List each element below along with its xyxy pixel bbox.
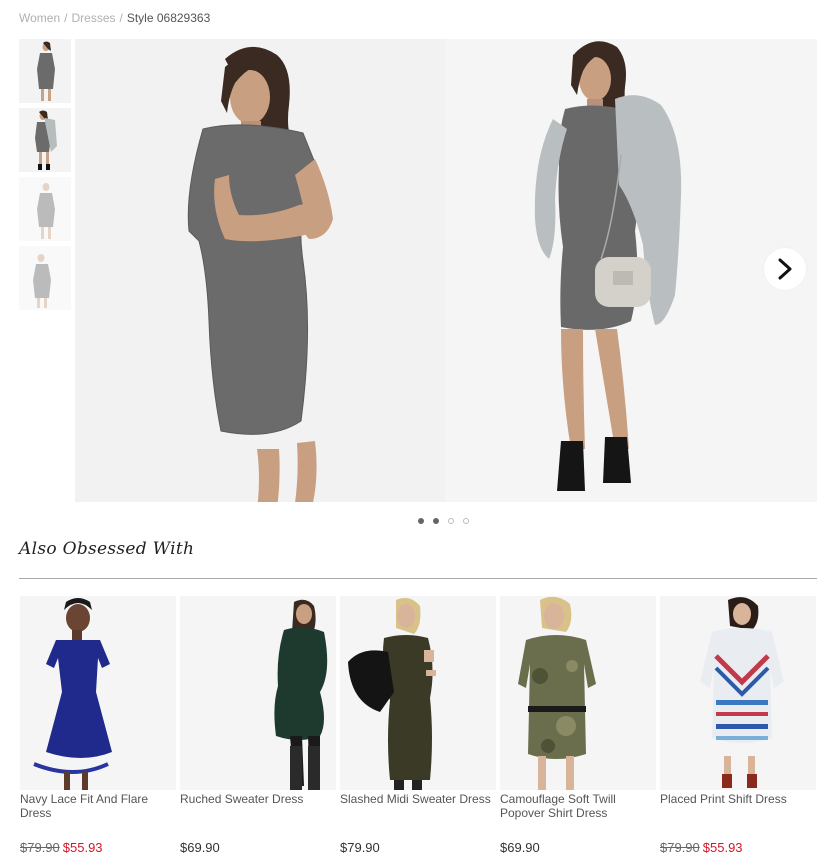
recommended-products: Navy Lace Fit And Flare Dress $79.90 $55.… [20,596,820,862]
gallery-next-button[interactable] [764,248,806,290]
breadcrumb-separator: / [119,11,123,25]
thumbnail-3[interactable] [19,177,71,241]
product-card[interactable]: Camouflage Soft Twill Popover Shirt Dres… [500,596,656,855]
product-name[interactable]: Camouflage Soft Twill Popover Shirt Dres… [500,792,656,832]
product-name[interactable]: Navy Lace Fit And Flare Dress [20,792,176,832]
section-title: Also Obsessed With [19,539,195,559]
dress-photo-thumbnail-icon [37,183,55,239]
gallery-dot-1[interactable] [418,518,424,524]
product-name[interactable]: Ruched Sweater Dress [180,792,336,832]
product-price: $79.90 [340,840,380,855]
thumbnail-4[interactable] [19,246,71,310]
gallery-slide-front [75,39,445,502]
camo-shirt-dress-photo-icon [518,596,596,790]
dress-photo-thumbnail-icon [35,110,57,170]
product-name[interactable]: Placed Print Shift Dress [660,792,816,832]
product-price: $69.90 [500,840,540,855]
product-card[interactable]: Ruched Sweater Dress $69.90 [180,596,336,855]
product-image[interactable] [660,596,816,790]
olive-midi-dress-photo-icon [348,598,436,790]
gallery-dot-3[interactable] [448,518,454,524]
product-price: $79.90 $55.93 [20,840,103,855]
product-image[interactable] [20,596,176,790]
product-image[interactable] [180,596,336,790]
regular-price: $69.90 [180,840,220,855]
dress-with-coat-photo-icon [534,41,682,491]
print-shift-dress-photo-icon [700,597,784,788]
product-image-gallery[interactable] [75,39,817,502]
product-card[interactable]: Placed Print Shift Dress $79.90 $55.93 [660,596,816,855]
gallery-dot-2[interactable] [433,518,439,524]
chevron-right-icon [778,258,792,280]
dress-model-photo-icon [187,46,333,502]
gallery-pagination-dots [418,518,469,524]
product-price: $69.90 [180,840,220,855]
product-price: $79.90 $55.93 [660,840,743,855]
thumbnail-2[interactable] [19,108,71,172]
gallery-dot-4[interactable] [463,518,469,524]
gallery-slide-coat [445,39,817,502]
dress-photo-thumbnail-icon [37,41,55,101]
original-price: $79.90 [660,840,700,855]
dress-photo-thumbnail-icon [33,254,51,308]
product-image[interactable] [500,596,656,790]
thumbnail-1[interactable] [19,39,71,103]
breadcrumb-current-style: Style 06829363 [126,11,211,25]
breadcrumb-link-women[interactable]: Women [19,11,60,25]
regular-price: $69.90 [500,840,540,855]
product-image[interactable] [340,596,496,790]
breadcrumb: Women / Dresses / Style 06829363 [19,11,210,25]
product-card[interactable]: Navy Lace Fit And Flare Dress $79.90 $55.… [20,596,176,855]
navy-lace-dress-photo-icon [33,598,112,790]
product-card[interactable]: Slashed Midi Sweater Dress $79.90 [340,596,496,855]
sale-price: $55.93 [62,840,103,855]
green-sweater-dress-photo-icon [274,599,328,790]
thumbnail-strip [19,39,71,315]
sale-price: $55.93 [702,840,743,855]
product-name[interactable]: Slashed Midi Sweater Dress [340,792,496,832]
original-price: $79.90 [20,840,60,855]
breadcrumb-separator: / [64,11,68,25]
regular-price: $79.90 [340,840,380,855]
breadcrumb-link-dresses[interactable]: Dresses [71,11,115,25]
section-divider [19,578,817,579]
